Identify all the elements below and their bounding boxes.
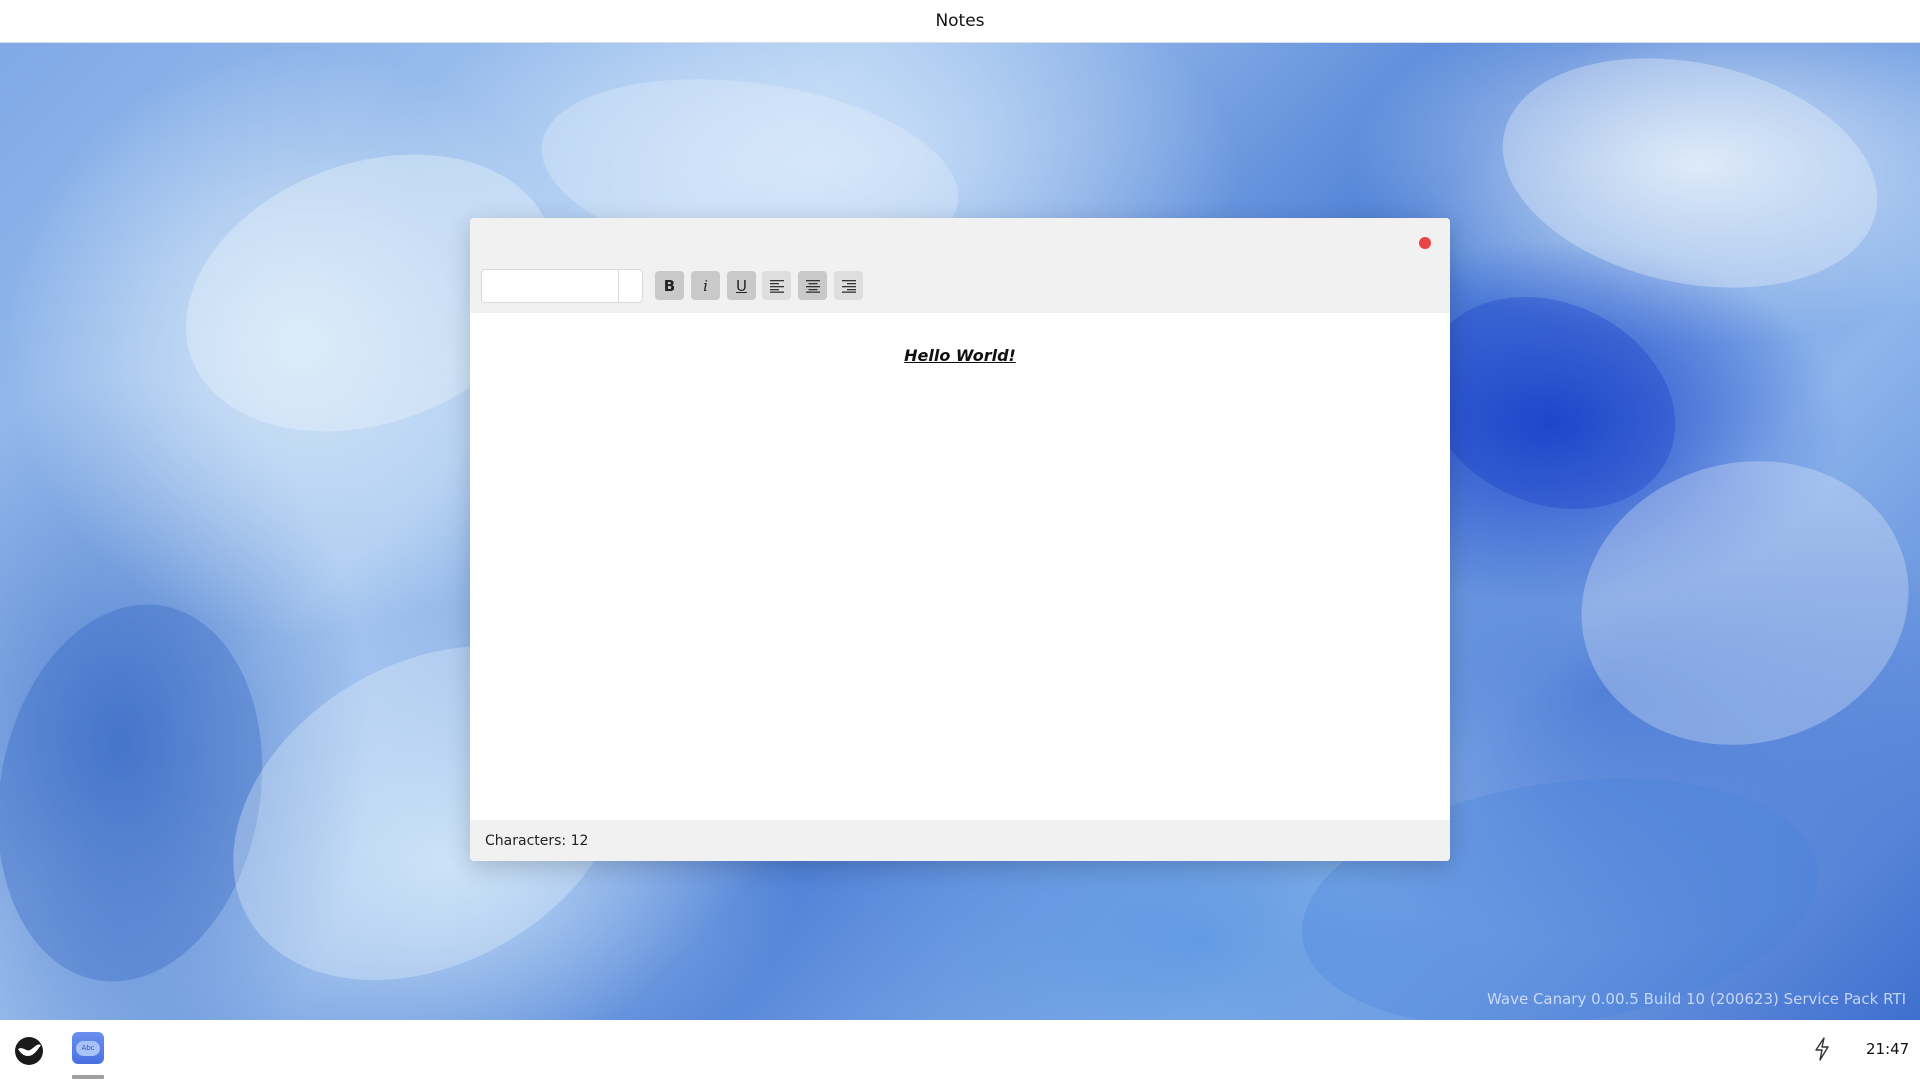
font-dropdown-divider (618, 270, 619, 302)
bold-button[interactable]: B (655, 271, 684, 300)
font-input[interactable] (482, 270, 618, 302)
top-title-bar: Notes (0, 0, 1920, 43)
character-count: Characters: 12 (485, 832, 589, 849)
wallpaper-petal (1481, 43, 1899, 321)
italic-button[interactable]: i (691, 271, 720, 300)
version-watermark: Wave Canary 0.00.5 Build 10 (200623) Ser… (1487, 990, 1906, 1008)
active-window-title: Notes (935, 11, 985, 31)
notes-window: B i U Hello World! Characters: 12 (470, 218, 1450, 861)
notes-app-icon-label: Abc (76, 1040, 100, 1056)
active-app-indicator (72, 1075, 104, 1079)
start-logo-icon[interactable] (14, 1036, 44, 1066)
align-center-button[interactable] (798, 271, 827, 300)
align-left-icon (769, 279, 784, 293)
underline-button[interactable]: U (727, 271, 756, 300)
notes-app-icon[interactable]: Abc (72, 1032, 104, 1064)
align-center-icon (805, 279, 820, 293)
status-bar: Characters: 12 (470, 820, 1450, 861)
taskbar: Abc 21:47 (0, 1020, 1920, 1080)
wallpaper-petal (0, 583, 292, 1003)
close-icon[interactable] (1419, 237, 1431, 249)
font-selector[interactable] (481, 269, 643, 303)
power-bolt-icon[interactable] (1812, 1036, 1832, 1062)
align-right-icon (841, 279, 856, 293)
editor-content[interactable]: Hello World! (470, 346, 1450, 365)
text-editor-area[interactable]: Hello World! (470, 313, 1450, 820)
window-header: B i U (470, 218, 1450, 313)
align-right-button[interactable] (834, 271, 863, 300)
screen: Notes Wave Canary 0.00.5 Build 10 (20062… (0, 0, 1920, 1080)
align-left-button[interactable] (762, 271, 791, 300)
clock: 21:47 (1866, 1040, 1910, 1058)
